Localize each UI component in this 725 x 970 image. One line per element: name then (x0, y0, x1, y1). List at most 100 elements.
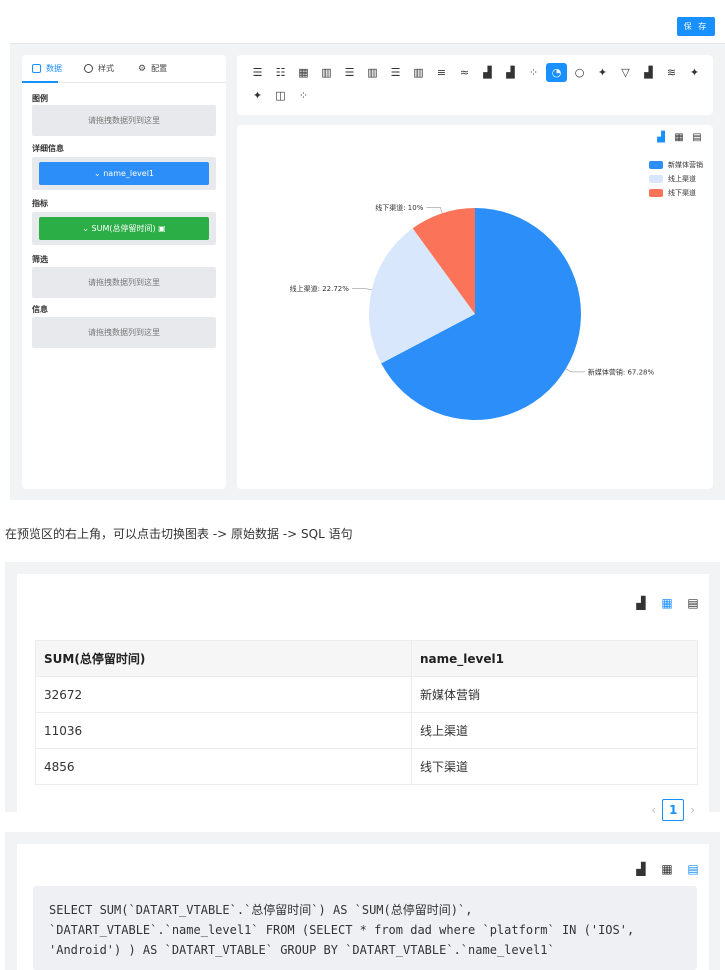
editor-topbar: 保 存 (10, 0, 725, 44)
detail-field-label: name_level1 (103, 169, 155, 178)
area2-icon[interactable]: ▟ (500, 63, 521, 82)
metric-field-label: SUM(总停留时间) (91, 224, 156, 233)
tab-settings[interactable]: ⚙ 配置 (138, 63, 167, 74)
pie-icon[interactable]: ◔ (546, 63, 567, 82)
caption-text: 在预览区的右上角，可以点击切换图表 -> 原始数据 -> SQL 语句 (5, 527, 353, 541)
sql-view-icon[interactable]: ▤ (685, 862, 701, 876)
tab-style-label: 样式 (98, 64, 114, 73)
raw-data-table: SUM(总停留时间) name_level1 32672 新媒体营销 11036… (35, 640, 698, 785)
pie-label-line (565, 368, 585, 373)
table-cell: 32672 (35, 676, 412, 713)
legend-label: 线下渠道 (668, 189, 696, 197)
table-cell: 4856 (35, 748, 412, 785)
chart-preview: ▟ ▦ ▤ 新媒体营销: 67.28% 线上渠道: 22.72% 线下渠道: 10%… (237, 125, 713, 489)
bar-line-icon[interactable]: ▟ (638, 63, 659, 82)
map2-icon[interactable]: ✦ (684, 63, 705, 82)
chart-view-icon[interactable]: ▟ (633, 596, 649, 610)
pie-slice-label: 线上渠道: 22.72% (290, 284, 350, 293)
config-panel: 数据 样式 ⚙ 配置 图例 请拖拽数据列到这里 详细信息 ⌄ name_leve… (22, 55, 226, 489)
tab-data[interactable]: 数据 (32, 63, 62, 74)
table-cell: 新媒体营销 (411, 676, 698, 713)
pivot-icon[interactable]: ☷ (270, 63, 291, 82)
legend-label: 新媒体营销 (668, 161, 703, 169)
sql-panel: ▟ ▦ ▤ SELECT SUM(`DATART_VTABLE`.`总停留时间`… (5, 832, 720, 970)
sql-view-icon[interactable]: ▤ (685, 596, 701, 610)
table-row: 4856 线下渠道 (35, 748, 698, 785)
table-cell: 线上渠道 (411, 712, 698, 749)
sql-card: ▟ ▦ ▤ SELECT SUM(`DATART_VTABLE`.`总停留时间`… (17, 844, 709, 970)
raw-data-panel: ▟ ▦ ▤ SUM(总停留时间) name_level1 32672 新媒体营销… (5, 562, 720, 821)
detail-field-pill[interactable]: ⌄ name_level1 (39, 162, 209, 185)
table-header-cell[interactable]: SUM(总停留时间) (35, 640, 412, 677)
scatter2-icon[interactable]: ⁘ (293, 86, 314, 105)
funnel-icon[interactable]: ▽ (615, 63, 636, 82)
table-header-row: SUM(总停留时间) name_level1 (35, 640, 698, 677)
pie-slice-label: 线下渠道: 10% (375, 203, 423, 212)
legend-item[interactable]: 线下渠道 (649, 186, 703, 200)
legend-item[interactable]: 新媒体营销 (649, 158, 703, 172)
metric-section-label: 指标 (32, 199, 48, 208)
clock-icon (84, 64, 93, 73)
prev-page-icon[interactable]: ‹ (651, 803, 656, 817)
sql-view-switch: ▟ ▦ ▤ (633, 862, 701, 876)
line-wave-icon[interactable]: ≈ (454, 63, 475, 82)
hbar-icon[interactable]: ☰ (339, 63, 360, 82)
column-icon[interactable]: ▥ (408, 63, 429, 82)
info-dropzone[interactable]: 请拖拽数据列到这里 (32, 317, 216, 348)
chart-type-picker: ☰ ☷ ▦ ▥ ☰ ▥ ☰ ▥ ≡ ≈ ▟ ▟ ⁘ ◔ ○ ✦ ▽ ▟ ≋ ✦ ✦ ◫ ⁘ (237, 55, 713, 115)
filter-dropzone[interactable]: 请拖拽数据列到这里 (32, 267, 216, 298)
file-icon (32, 64, 41, 73)
next-page-icon[interactable]: › (690, 803, 695, 817)
gear-icon: ⚙ (138, 63, 147, 74)
save-button[interactable]: 保 存 (677, 17, 715, 36)
map3-icon[interactable]: ✦ (247, 86, 268, 105)
tab-style[interactable]: 样式 (84, 63, 114, 74)
pagination: ‹ 1 › (651, 799, 695, 821)
kpi-icon[interactable]: ◫ (270, 86, 291, 105)
legend-swatch (649, 189, 663, 197)
grid-icon[interactable]: ▦ (293, 63, 314, 82)
chart-editor: 保 存 数据 样式 ⚙ 配置 图例 请拖拽数据列到这里 详细信息 ⌄ name_… (10, 0, 725, 500)
config-tabs: 数据 样式 ⚙ 配置 (22, 55, 226, 83)
donut-icon[interactable]: ○ (569, 63, 590, 82)
table-row: 32672 新媒体营销 (35, 676, 698, 713)
legend-swatch (649, 161, 663, 169)
legend-swatch (649, 175, 663, 183)
chart-legend: 新媒体营销线上渠道线下渠道 (649, 158, 703, 200)
legend-dropzone[interactable]: 请拖拽数据列到这里 (32, 105, 216, 136)
detail-section-label: 详细信息 (32, 144, 64, 153)
active-tab-indicator (22, 81, 58, 83)
table-cell: 11036 (35, 712, 412, 749)
table-view-icon[interactable]: ▦ (659, 862, 675, 876)
pie-slice-label: 新媒体营销: 67.28% (588, 367, 655, 376)
metric-field-pill[interactable]: ⌄ SUM(总停留时间) ▣ (39, 217, 209, 240)
table-cell: 线下渠道 (411, 748, 698, 785)
metric-dropzone: ⌄ SUM(总停留时间) ▣ (32, 212, 216, 245)
table-icon[interactable]: ☰ (247, 63, 268, 82)
pie-label-line (426, 207, 443, 214)
map-icon[interactable]: ✦ (592, 63, 613, 82)
legend-section-label: 图例 (32, 94, 48, 103)
detail-dropzone: ⌄ name_level1 (32, 157, 216, 190)
pie-chart: 新媒体营销: 67.28% 线上渠道: 22.72% 线下渠道: 10% (290, 203, 655, 420)
chart-type-list: ☰ ☷ ▦ ▥ ☰ ▥ ☰ ▥ ≡ ≈ ▟ ▟ ⁘ ◔ ○ ✦ ▽ ▟ ≋ ✦ ✦ ◫ ⁘ (247, 63, 707, 105)
area-icon[interactable]: ▟ (477, 63, 498, 82)
hbar2-icon[interactable]: ☰ (385, 63, 406, 82)
bar2-icon[interactable]: ▥ (362, 63, 383, 82)
filter-section-label: 筛选 (32, 255, 48, 264)
raw-data-card: ▟ ▦ ▤ SUM(总停留时间) name_level1 32672 新媒体营销… (17, 574, 709, 821)
legend-label: 线上渠道 (668, 175, 696, 183)
table-view-switch: ▟ ▦ ▤ (633, 596, 701, 610)
tab-settings-label: 配置 (151, 64, 168, 73)
page-number[interactable]: 1 (662, 799, 685, 821)
table-row: 11036 线上渠道 (35, 712, 698, 749)
table-view-icon[interactable]: ▦ (659, 596, 675, 610)
scatter-icon[interactable]: ⁘ (523, 63, 544, 82)
stack-icon[interactable]: ≡ (431, 63, 452, 82)
wordcloud-icon[interactable]: ≋ (661, 63, 682, 82)
chart-view-icon[interactable]: ▟ (633, 862, 649, 876)
table-header-cell[interactable]: name_level1 (411, 640, 698, 677)
info-section-label: 信息 (32, 305, 48, 314)
legend-item[interactable]: 线上渠道 (649, 172, 703, 186)
bar-icon[interactable]: ▥ (316, 63, 337, 82)
